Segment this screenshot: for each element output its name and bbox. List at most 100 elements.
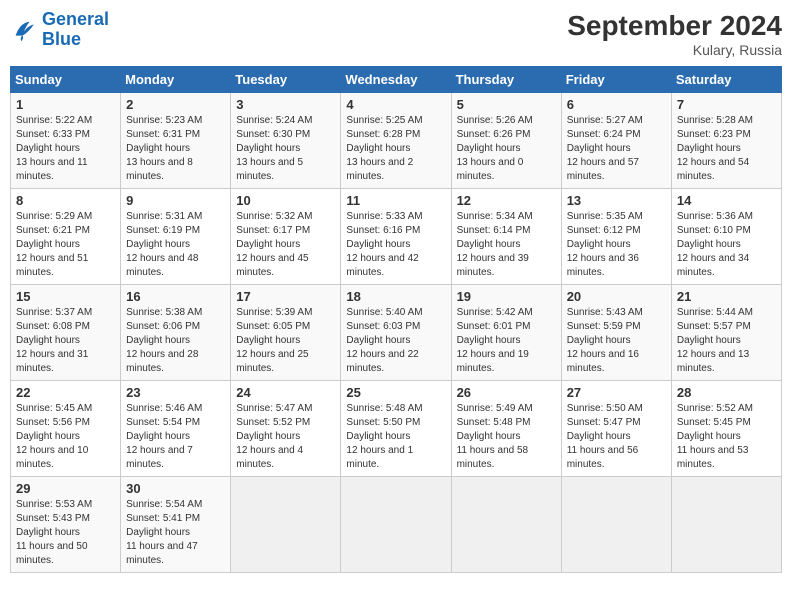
week-row-4: 22 Sunrise: 5:45 AMSunset: 5:56 PMDayligh… — [11, 381, 782, 477]
day-number: 18 — [346, 289, 445, 304]
calendar-cell: 6 Sunrise: 5:27 AMSunset: 6:24 PMDaylight… — [561, 93, 671, 189]
title-block: September 2024 Kulary, Russia — [567, 10, 782, 58]
day-number: 25 — [346, 385, 445, 400]
cell-content: Sunrise: 5:37 AMSunset: 6:08 PMDaylight … — [16, 307, 92, 374]
calendar-cell — [231, 477, 341, 573]
day-number: 15 — [16, 289, 115, 304]
day-number: 11 — [346, 193, 445, 208]
calendar-cell: 3 Sunrise: 5:24 AMSunset: 6:30 PMDaylight… — [231, 93, 341, 189]
cell-content: Sunrise: 5:42 AMSunset: 6:01 PMDaylight … — [457, 307, 533, 374]
calendar-cell: 30 Sunrise: 5:54 AMSunset: 5:41 PMDayligh… — [121, 477, 231, 573]
calendar-cell: 13Sunrise: 5:35 AMSunset: 6:12 PMDayligh… — [561, 189, 671, 285]
calendar-cell: 23Sunrise: 5:46 AMSunset: 5:54 PMDayligh… — [121, 381, 231, 477]
cell-content: Sunrise: 5:23 AMSunset: 6:31 PMDaylight … — [126, 115, 202, 182]
cell-content: Sunrise: 5:40 AMSunset: 6:03 PMDaylight … — [346, 307, 422, 374]
page-header: General Blue September 2024 Kulary, Russ… — [10, 10, 782, 58]
calendar-cell: 11 Sunrise: 5:33 AMSunset: 6:16 PMDayligh… — [341, 189, 451, 285]
cell-content: Sunrise: 5:48 AMSunset: 5:50 PMDaylight … — [346, 403, 422, 470]
cell-content: Sunrise: 5:38 AMSunset: 6:06 PMDaylight … — [126, 307, 202, 374]
week-row-3: 15 Sunrise: 5:37 AMSunset: 6:08 PMDayligh… — [11, 285, 782, 381]
cell-content: Sunrise: 5:29 AMSunset: 6:21 PMDaylight … — [16, 211, 92, 278]
logo-icon — [10, 16, 38, 44]
day-number: 9 — [126, 193, 225, 208]
cell-content: Sunrise: 5:35 AMSunset: 6:12 PMDaylight … — [567, 211, 643, 278]
calendar-cell: 15 Sunrise: 5:37 AMSunset: 6:08 PMDayligh… — [11, 285, 121, 381]
day-number: 21 — [677, 289, 776, 304]
day-number: 12 — [457, 193, 556, 208]
day-number: 24 — [236, 385, 335, 400]
day-number: 7 — [677, 97, 776, 112]
day-number: 6 — [567, 97, 666, 112]
cell-content: Sunrise: 5:32 AMSunset: 6:17 PMDaylight … — [236, 211, 312, 278]
calendar-cell: 20 Sunrise: 5:43 AMSunset: 5:59 PMDayligh… — [561, 285, 671, 381]
calendar-cell: 28 Sunrise: 5:52 AMSunset: 5:45 PMDayligh… — [671, 381, 781, 477]
calendar-cell: 12 Sunrise: 5:34 AMSunset: 6:14 PMDayligh… — [451, 189, 561, 285]
cell-content: Sunrise: 5:54 AMSunset: 5:41 PMDaylight … — [126, 499, 202, 566]
calendar-cell: 1Sunrise: 5:22 AMSunset: 6:33 PMDaylight… — [11, 93, 121, 189]
cell-content: Sunrise: 5:22 AMSunset: 6:33 PMDaylight … — [16, 115, 92, 182]
day-number: 20 — [567, 289, 666, 304]
calendar-cell — [561, 477, 671, 573]
header-cell-wednesday: Wednesday — [341, 67, 451, 93]
calendar-cell — [341, 477, 451, 573]
cell-content: Sunrise: 5:44 AMSunset: 5:57 PMDaylight … — [677, 307, 753, 374]
cell-content: Sunrise: 5:33 AMSunset: 6:16 PMDaylight … — [346, 211, 422, 278]
cell-content: Sunrise: 5:47 AMSunset: 5:52 PMDaylight … — [236, 403, 312, 470]
day-number: 22 — [16, 385, 115, 400]
header-row: SundayMondayTuesdayWednesdayThursdayFrid… — [11, 67, 782, 93]
cell-content: Sunrise: 5:52 AMSunset: 5:45 PMDaylight … — [677, 403, 753, 470]
day-number: 26 — [457, 385, 556, 400]
header-cell-saturday: Saturday — [671, 67, 781, 93]
cell-content: Sunrise: 5:49 AMSunset: 5:48 PMDaylight … — [457, 403, 533, 470]
day-number: 28 — [677, 385, 776, 400]
day-number: 19 — [457, 289, 556, 304]
calendar-cell: 19 Sunrise: 5:42 AMSunset: 6:01 PMDayligh… — [451, 285, 561, 381]
calendar-cell: 8 Sunrise: 5:29 AMSunset: 6:21 PMDaylight… — [11, 189, 121, 285]
day-number: 3 — [236, 97, 335, 112]
cell-content: Sunrise: 5:31 AMSunset: 6:19 PMDaylight … — [126, 211, 202, 278]
day-number: 30 — [126, 481, 225, 496]
calendar-cell: 21 Sunrise: 5:44 AMSunset: 5:57 PMDayligh… — [671, 285, 781, 381]
day-number: 14 — [677, 193, 776, 208]
logo: General Blue — [10, 10, 109, 50]
header-cell-thursday: Thursday — [451, 67, 561, 93]
cell-content: Sunrise: 5:27 AMSunset: 6:24 PMDaylight … — [567, 115, 643, 182]
header-cell-tuesday: Tuesday — [231, 67, 341, 93]
header-cell-monday: Monday — [121, 67, 231, 93]
cell-content: Sunrise: 5:25 AMSunset: 6:28 PMDaylight … — [346, 115, 422, 182]
cell-content: Sunrise: 5:50 AMSunset: 5:47 PMDaylight … — [567, 403, 643, 470]
day-number: 29 — [16, 481, 115, 496]
calendar-body: 1Sunrise: 5:22 AMSunset: 6:33 PMDaylight… — [11, 93, 782, 573]
month-title: September 2024 — [567, 10, 782, 42]
day-number: 8 — [16, 193, 115, 208]
cell-content: Sunrise: 5:36 AMSunset: 6:10 PMDaylight … — [677, 211, 753, 278]
cell-content: Sunrise: 5:24 AMSunset: 6:30 PMDaylight … — [236, 115, 312, 182]
calendar-header: SundayMondayTuesdayWednesdayThursdayFrid… — [11, 67, 782, 93]
cell-content: Sunrise: 5:53 AMSunset: 5:43 PMDaylight … — [16, 499, 92, 566]
cell-content: Sunrise: 5:39 AMSunset: 6:05 PMDaylight … — [236, 307, 312, 374]
cell-content: Sunrise: 5:43 AMSunset: 5:59 PMDaylight … — [567, 307, 643, 374]
calendar-cell: 18 Sunrise: 5:40 AMSunset: 6:03 PMDayligh… — [341, 285, 451, 381]
cell-content: Sunrise: 5:45 AMSunset: 5:56 PMDaylight … — [16, 403, 92, 470]
day-number: 16 — [126, 289, 225, 304]
logo-text: General Blue — [42, 10, 109, 50]
cell-content: Sunrise: 5:26 AMSunset: 6:26 PMDaylight … — [457, 115, 533, 182]
calendar-cell: 22 Sunrise: 5:45 AMSunset: 5:56 PMDayligh… — [11, 381, 121, 477]
day-number: 10 — [236, 193, 335, 208]
calendar-cell: 29 Sunrise: 5:53 AMSunset: 5:43 PMDayligh… — [11, 477, 121, 573]
cell-content: Sunrise: 5:46 AMSunset: 5:54 PMDaylight … — [126, 403, 202, 470]
cell-content: Sunrise: 5:34 AMSunset: 6:14 PMDaylight … — [457, 211, 533, 278]
week-row-1: 1Sunrise: 5:22 AMSunset: 6:33 PMDaylight… — [11, 93, 782, 189]
calendar-cell: 4Sunrise: 5:25 AMSunset: 6:28 PMDaylight… — [341, 93, 451, 189]
calendar-cell: 5Sunrise: 5:26 AMSunset: 6:26 PMDaylight… — [451, 93, 561, 189]
header-cell-friday: Friday — [561, 67, 671, 93]
calendar-cell — [451, 477, 561, 573]
calendar-cell: 26 Sunrise: 5:49 AMSunset: 5:48 PMDayligh… — [451, 381, 561, 477]
day-number: 27 — [567, 385, 666, 400]
calendar-cell: 2Sunrise: 5:23 AMSunset: 6:31 PMDaylight… — [121, 93, 231, 189]
calendar-cell: 9 Sunrise: 5:31 AMSunset: 6:19 PMDaylight… — [121, 189, 231, 285]
calendar-cell: 14 Sunrise: 5:36 AMSunset: 6:10 PMDayligh… — [671, 189, 781, 285]
calendar-cell: 7 Sunrise: 5:28 AMSunset: 6:23 PMDaylight… — [671, 93, 781, 189]
calendar-cell: 10 Sunrise: 5:32 AMSunset: 6:17 PMDayligh… — [231, 189, 341, 285]
cell-content: Sunrise: 5:28 AMSunset: 6:23 PMDaylight … — [677, 115, 753, 182]
